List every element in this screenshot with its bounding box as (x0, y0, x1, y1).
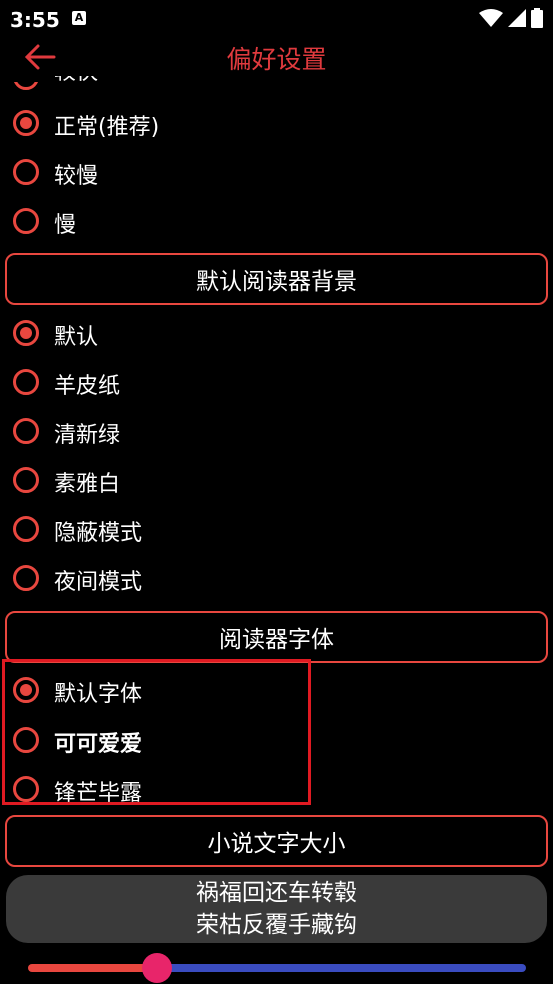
slider-thumb[interactable] (142, 953, 172, 983)
status-icons (479, 8, 543, 28)
selection-highlight-box (2, 659, 311, 805)
battery-icon (531, 8, 543, 28)
radio-button[interactable] (13, 208, 39, 234)
radio-label: 清新绿 (54, 423, 121, 448)
radio-button[interactable] (13, 467, 39, 493)
status-bar: 3:55 A (0, 0, 553, 38)
radio-label: 羊皮纸 (54, 374, 121, 399)
preview-line-1: 祸福回还车转毂 (196, 880, 357, 906)
radio-button[interactable] (13, 320, 39, 346)
radio-label: 隐蔽模式 (54, 521, 143, 546)
slider-track-active (28, 964, 157, 972)
app-notification-icon: A (72, 11, 86, 25)
radio-button[interactable] (13, 516, 39, 542)
radio-label: 正常(推荐) (54, 115, 160, 140)
radio-label: 慢 (54, 213, 77, 238)
radio-label: 默认 (54, 325, 99, 350)
status-time: 3:55 (10, 8, 60, 32)
radio-button[interactable] (13, 369, 39, 395)
slider-track-inactive (157, 964, 526, 972)
radio-label: 夜间模式 (54, 570, 143, 595)
signal-icon (508, 9, 526, 27)
font-section-header[interactable]: 阅读器字体 (5, 611, 548, 663)
radio-button[interactable] (13, 110, 39, 136)
wifi-icon (479, 9, 503, 27)
background-section-header[interactable]: 默认阅读器背景 (5, 253, 548, 305)
preview-line-2: 荣枯反覆手藏钩 (196, 912, 357, 938)
radio-label: 较慢 (54, 164, 99, 189)
font-preview-box: 祸福回还车转毂 荣枯反覆手藏钩 (6, 875, 547, 943)
radio-label: 素雅白 (54, 472, 121, 497)
app-bar: 偏好设置 (0, 38, 553, 76)
page-title: 偏好设置 (226, 45, 327, 74)
radio-button[interactable] (13, 418, 39, 444)
radio-button[interactable] (13, 159, 39, 185)
text-size-slider[interactable] (28, 953, 526, 983)
text-size-section-header[interactable]: 小说文字大小 (5, 815, 548, 867)
radio-button[interactable] (13, 565, 39, 591)
